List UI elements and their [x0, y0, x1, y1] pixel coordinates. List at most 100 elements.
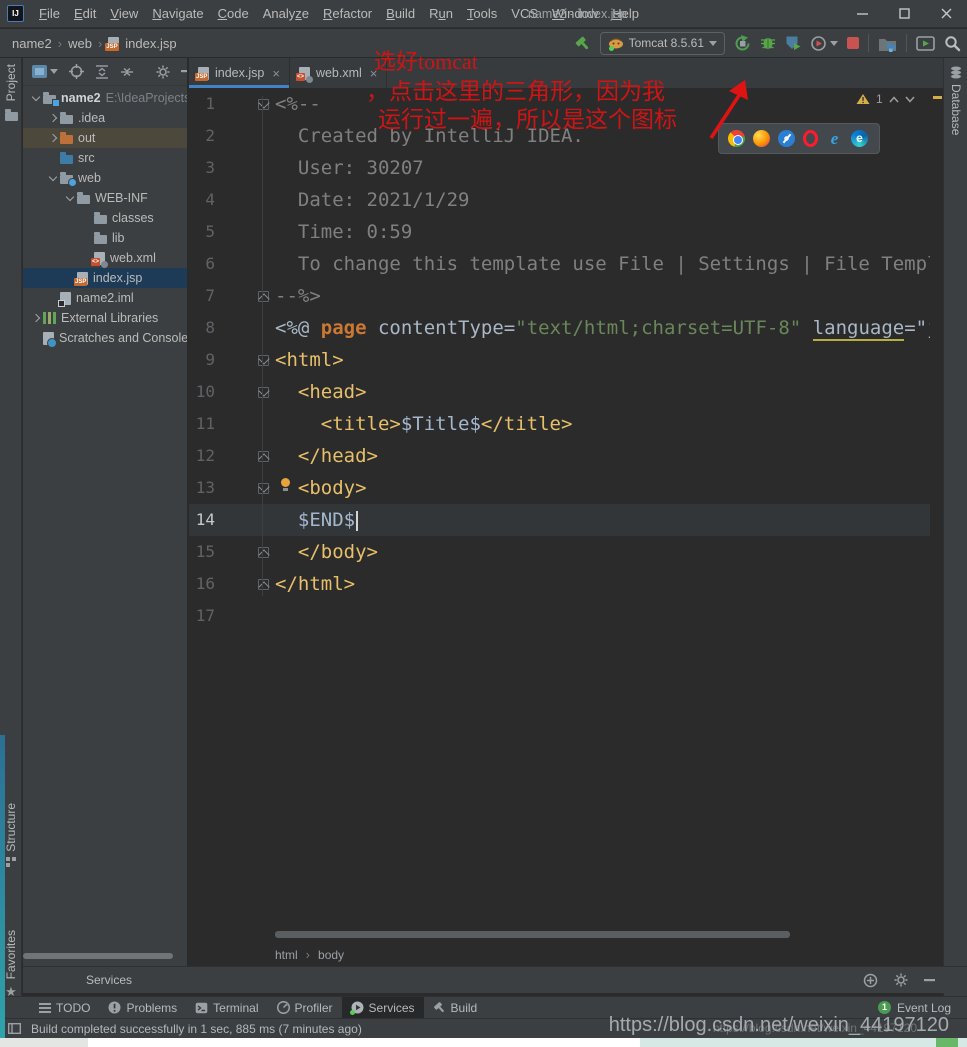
- fold-marker-icon[interactable]: [258, 451, 269, 462]
- rerun-server-button[interactable]: [734, 35, 751, 52]
- menu-item-tools[interactable]: Tools: [460, 0, 504, 28]
- tree-item-out[interactable]: out: [23, 128, 187, 148]
- code-line-3[interactable]: 3 User: 30207: [189, 152, 930, 184]
- tree-item--idea[interactable]: .idea: [23, 108, 187, 128]
- chevron-right-icon[interactable]: [32, 314, 40, 322]
- code-line-17[interactable]: 17: [189, 600, 930, 632]
- fold-marker-icon[interactable]: [258, 291, 269, 302]
- sidebar-tab-project[interactable]: Project: [0, 64, 22, 121]
- menu-item-run[interactable]: Run: [422, 0, 460, 28]
- view-selector-icon[interactable]: [32, 65, 58, 78]
- toolwindow-tab-problems[interactable]: Problems: [99, 997, 186, 1019]
- fold-marker-icon[interactable]: [258, 387, 269, 398]
- tree-item-web-xml[interactable]: web.xml: [23, 248, 187, 268]
- breadcrumb-body[interactable]: body: [318, 948, 344, 962]
- tree-item-name2-iml[interactable]: name2.iml: [23, 288, 187, 308]
- close-icon[interactable]: ×: [272, 66, 280, 81]
- menu-item-build[interactable]: Build: [379, 0, 422, 28]
- run-configuration-selector[interactable]: Tomcat 8.5.61: [600, 32, 725, 55]
- tree-item-web-inf[interactable]: WEB-INF: [23, 188, 187, 208]
- code-line-5[interactable]: 5 Time: 0:59: [189, 216, 930, 248]
- chevron-down-icon[interactable]: [49, 173, 57, 181]
- code-line-11[interactable]: 11 <title>$Title$</title>: [189, 408, 930, 440]
- run-anything-button[interactable]: [916, 36, 935, 51]
- toolwindow-tab-profiler[interactable]: Profiler: [268, 997, 342, 1019]
- tree-item-web[interactable]: web: [23, 168, 187, 188]
- minimize-button[interactable]: [841, 0, 883, 27]
- toolwindow-toggle-icon[interactable]: [8, 1023, 21, 1034]
- menu-item-view[interactable]: View: [103, 0, 145, 28]
- menu-item-analyze[interactable]: Analyze: [256, 0, 316, 28]
- opera-browser-icon[interactable]: [803, 130, 818, 147]
- tree-item-classes[interactable]: classes: [23, 208, 187, 228]
- code-line-15[interactable]: 15 </body>: [189, 536, 930, 568]
- maximize-button[interactable]: [883, 0, 925, 27]
- toolwindow-tab-build[interactable]: Build: [424, 997, 487, 1019]
- tree-item-lib[interactable]: lib: [23, 228, 187, 248]
- group-by-icon[interactable]: [863, 973, 878, 988]
- fold-marker-icon[interactable]: [258, 579, 269, 590]
- event-log-button[interactable]: 1 Event Log: [878, 1001, 951, 1015]
- inspection-widget[interactable]: 1: [856, 92, 915, 106]
- code-line-10[interactable]: 10 <head>: [189, 376, 930, 408]
- fold-marker-icon[interactable]: [258, 483, 269, 494]
- menu-item-file[interactable]: File: [32, 0, 67, 28]
- edge-browser-icon[interactable]: [851, 130, 868, 147]
- code-line-14[interactable]: 14 $END$: [189, 504, 930, 536]
- sidebar-tab-database[interactable]: Database: [944, 66, 967, 135]
- chevron-down-icon[interactable]: [32, 93, 40, 101]
- breadcrumb-folder[interactable]: web: [68, 36, 92, 51]
- expand-all-icon[interactable]: [95, 65, 109, 79]
- fold-marker-icon[interactable]: [258, 355, 269, 366]
- gear-icon[interactable]: [894, 973, 908, 987]
- safari-browser-icon[interactable]: [778, 130, 795, 147]
- tree-item-scratches-and-consoles[interactable]: Scratches and Consoles: [23, 328, 187, 348]
- chevron-down-icon[interactable]: [66, 193, 74, 201]
- tab-index-jsp[interactable]: index.jsp ×: [189, 58, 290, 88]
- code-line-12[interactable]: 12 </head>: [189, 440, 930, 472]
- debug-button[interactable]: [760, 35, 776, 51]
- menu-item-navigate[interactable]: Navigate: [145, 0, 210, 28]
- chevron-right-icon[interactable]: [49, 134, 57, 142]
- build-hammer-icon[interactable]: [574, 35, 591, 52]
- project-structure-button[interactable]: [878, 35, 897, 52]
- project-hscrollbar[interactable]: [23, 953, 173, 959]
- intention-bulb-icon[interactable]: [281, 478, 290, 487]
- tree-item-name2[interactable]: name2E:\IdeaProjects\name2: [23, 88, 187, 108]
- hide-panel-icon[interactable]: [924, 979, 935, 982]
- tree-item-src[interactable]: src: [23, 148, 187, 168]
- fold-marker-icon[interactable]: [258, 99, 269, 110]
- tree-item-external-libraries[interactable]: External Libraries: [23, 308, 187, 328]
- breadcrumb-file[interactable]: index.jsp: [125, 36, 176, 51]
- breadcrumb-html[interactable]: html: [275, 948, 298, 962]
- profiler-button[interactable]: [810, 35, 838, 52]
- code-line-16[interactable]: 16</html>: [189, 568, 930, 600]
- breadcrumb-project[interactable]: name2: [12, 36, 52, 51]
- code-line-7[interactable]: 7--%>: [189, 280, 930, 312]
- search-everywhere-icon[interactable]: [944, 35, 961, 52]
- collapse-all-icon[interactable]: [120, 65, 134, 79]
- stop-button[interactable]: [847, 37, 859, 49]
- toolwindow-tab-todo[interactable]: TODO: [30, 997, 99, 1019]
- toolwindow-tab-services[interactable]: Services: [342, 997, 424, 1019]
- code-line-9[interactable]: 9<html>: [189, 344, 930, 376]
- tree-item-index-jsp[interactable]: index.jsp: [23, 268, 187, 288]
- fold-marker-icon[interactable]: [258, 547, 269, 558]
- close-button[interactable]: [925, 0, 967, 27]
- gear-icon[interactable]: [156, 65, 170, 79]
- toolwindow-tab-terminal[interactable]: Terminal: [186, 997, 267, 1019]
- editor-hscrollbar[interactable]: [275, 931, 790, 938]
- code-line-6[interactable]: 6 To change this template use File | Set…: [189, 248, 930, 280]
- locate-file-icon[interactable]: [69, 64, 84, 79]
- menu-item-edit[interactable]: Edit: [67, 0, 103, 28]
- code-line-8[interactable]: 8<%@ page contentType="text/html;charset…: [189, 312, 930, 344]
- hide-panel-icon[interactable]: [181, 70, 188, 73]
- code-line-4[interactable]: 4 Date: 2021/1/29: [189, 184, 930, 216]
- code-line-13[interactable]: 13 <body>: [189, 472, 930, 504]
- menu-item-code[interactable]: Code: [211, 0, 256, 28]
- run-with-coverage-button[interactable]: [785, 35, 801, 51]
- code-editor[interactable]: 1<%--2 Created by IntelliJ IDEA.3 User: …: [189, 88, 930, 931]
- menu-item-refactor[interactable]: Refactor: [316, 0, 379, 28]
- ie-browser-icon[interactable]: e: [826, 130, 843, 147]
- chevron-right-icon[interactable]: [49, 114, 57, 122]
